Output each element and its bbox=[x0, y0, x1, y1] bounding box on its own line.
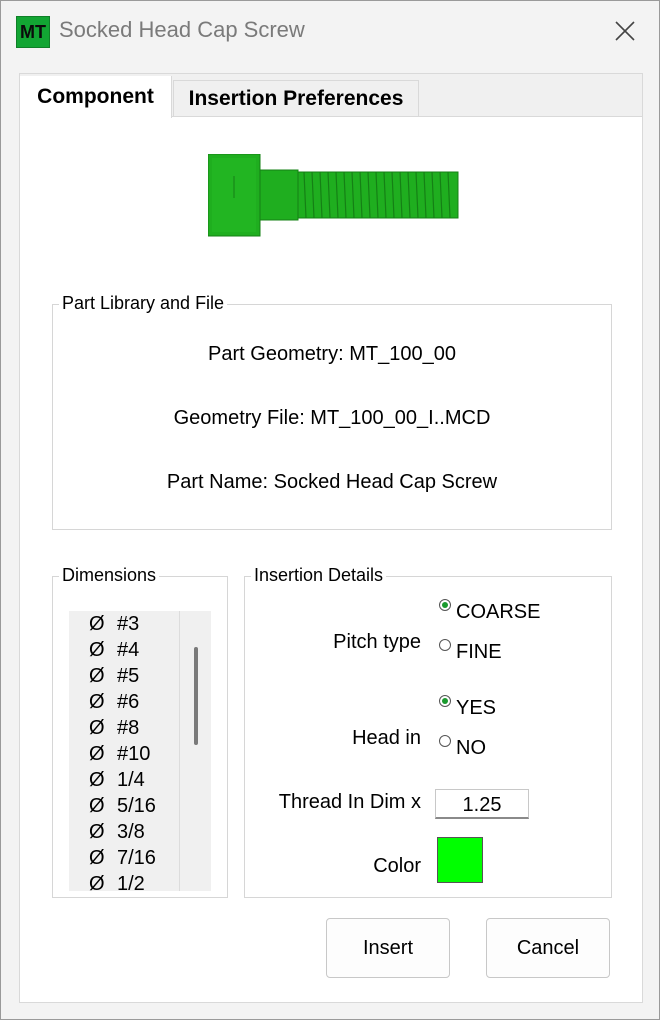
part-library-group-label: Part Library and File bbox=[59, 293, 228, 314]
tab-insertion-preferences[interactable]: Insertion Preferences bbox=[173, 80, 419, 116]
dimension-list-item[interactable]: Ø 7/16 bbox=[89, 847, 156, 873]
dimension-list-item[interactable]: Ø 3/8 bbox=[89, 821, 145, 847]
color-picker-swatch[interactable] bbox=[437, 837, 483, 883]
dimensions-scroll-thumb[interactable] bbox=[194, 647, 198, 745]
head-in-no-radio[interactable] bbox=[439, 735, 451, 747]
dimension-list-item[interactable]: Ø #4 bbox=[89, 639, 139, 665]
dimension-list-item[interactable]: Ø #6 bbox=[89, 691, 139, 717]
part-name-text: Part Name: Socked Head Cap Screw bbox=[166, 471, 498, 493]
diameter-symbol: Ø bbox=[89, 795, 105, 817]
dimensions-group-label: Dimensions bbox=[59, 565, 160, 586]
dimension-value: #10 bbox=[117, 743, 151, 765]
dimension-value: #4 bbox=[117, 639, 140, 661]
dimension-list-item[interactable]: Ø #8 bbox=[89, 717, 139, 743]
part-geometry-text: Part Geometry: MT_100_00 bbox=[208, 343, 456, 365]
dimension-value: #8 bbox=[117, 717, 140, 739]
diameter-symbol: Ø bbox=[89, 613, 105, 635]
window-title: Socked Head Cap Screw bbox=[59, 17, 305, 42]
thread-in-dim-label: Thread In Dim x bbox=[278, 791, 421, 813]
dimension-list-item[interactable]: Ø 1/2 bbox=[89, 873, 145, 891]
dimension-list-item[interactable]: Ø #5 bbox=[89, 665, 139, 691]
color-label: Color bbox=[373, 855, 421, 877]
diameter-symbol: Ø bbox=[89, 691, 105, 713]
cancel-button[interactable]: Cancel bbox=[486, 918, 610, 978]
dimension-list-item[interactable]: Ø #3 bbox=[89, 613, 139, 639]
diameter-symbol: Ø bbox=[89, 873, 105, 891]
dimensions-list[interactable]: Ø 1/2 Ø 7/16 Ø 3/8 Ø 5/16 Ø 1/4 Ø #10 Ø #8 Ø #6 Ø #5 Ø #4 Ø #… bbox=[69, 611, 211, 891]
app-logo-icon: MT bbox=[16, 16, 50, 48]
dimension-value: #6 bbox=[117, 691, 140, 713]
head-in-label: Head in bbox=[352, 727, 421, 749]
screw-preview-image bbox=[208, 154, 459, 237]
dimensions-scrollbar[interactable] bbox=[179, 611, 211, 891]
pitch-fine-radio[interactable] bbox=[439, 639, 451, 651]
geometry-file-text: Geometry File: MT_100_00_I..MCD bbox=[173, 407, 491, 429]
dimension-value: #5 bbox=[117, 665, 140, 687]
diameter-symbol: Ø bbox=[89, 847, 105, 869]
part-library-group: Part Library and File Part Geometry: MT_… bbox=[52, 293, 612, 530]
head-in-yes-radio[interactable] bbox=[439, 695, 451, 707]
diameter-symbol: Ø bbox=[89, 769, 105, 791]
dimension-list-item[interactable]: Ø #10 bbox=[89, 743, 150, 769]
thread-in-dim-input[interactable]: 1.25 bbox=[435, 789, 529, 819]
tab-strip: Component Insertion Preferences bbox=[20, 74, 642, 118]
dimension-list-item[interactable]: Ø 5/16 bbox=[89, 795, 156, 821]
pitch-type-label: Pitch type bbox=[333, 631, 421, 653]
dialog-window: MT Socked Head Cap Screw Component Inser… bbox=[0, 0, 660, 1020]
dimension-value: 3/8 bbox=[117, 821, 145, 843]
insertion-details-group: Insertion Details Pitch type COARSE FINE… bbox=[244, 565, 612, 898]
dialog-content: Component Insertion Preferences Part Lib… bbox=[19, 73, 643, 1003]
pitch-coarse-radio[interactable] bbox=[439, 599, 451, 611]
dimension-value: #3 bbox=[117, 613, 140, 635]
diameter-symbol: Ø bbox=[89, 821, 105, 843]
dimension-value: 1/2 bbox=[117, 873, 145, 891]
head-in-yes-label[interactable]: YES bbox=[456, 697, 496, 720]
diameter-symbol: Ø bbox=[89, 665, 105, 687]
insertion-details-group-label: Insertion Details bbox=[251, 565, 387, 586]
dimensions-group: Dimensions Ø 1/2 Ø 7/16 Ø 3/8 Ø 5/16 Ø 1/4 Ø #10 Ø #8… bbox=[52, 565, 228, 898]
head-in-no-label[interactable]: NO bbox=[456, 737, 486, 760]
tab-component[interactable]: Component bbox=[20, 76, 172, 118]
dimension-value: 1/4 bbox=[117, 769, 145, 791]
close-icon bbox=[615, 21, 635, 41]
title-bar: MT Socked Head Cap Screw bbox=[1, 1, 659, 63]
dimension-value: 5/16 bbox=[117, 795, 156, 817]
pitch-fine-label[interactable]: FINE bbox=[456, 641, 502, 664]
diameter-symbol: Ø bbox=[89, 743, 105, 765]
close-button[interactable] bbox=[603, 11, 647, 51]
insert-button[interactable]: Insert bbox=[326, 918, 450, 978]
dimension-list-item[interactable]: Ø 1/4 bbox=[89, 769, 145, 795]
pitch-coarse-label[interactable]: COARSE bbox=[456, 601, 540, 624]
dimension-value: 7/16 bbox=[117, 847, 156, 869]
diameter-symbol: Ø bbox=[89, 639, 105, 661]
diameter-symbol: Ø bbox=[89, 717, 105, 739]
